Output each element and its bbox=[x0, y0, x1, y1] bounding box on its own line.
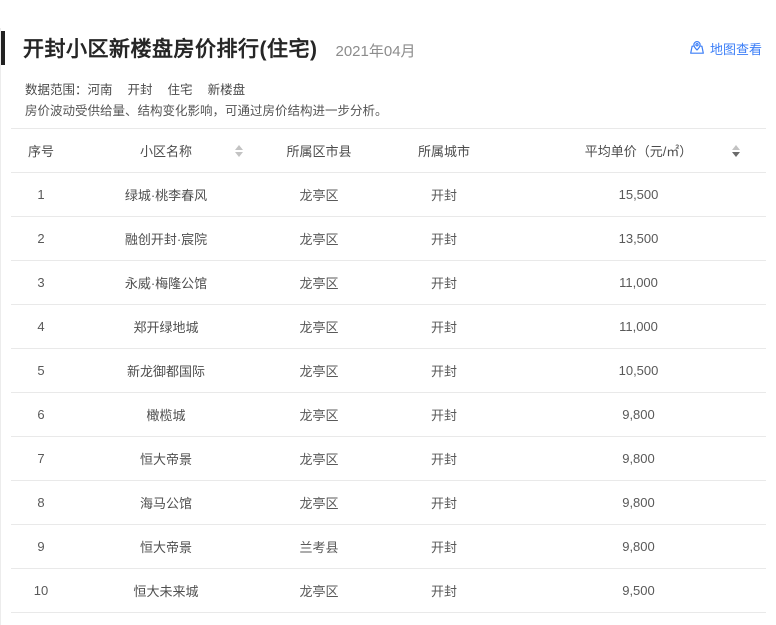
report-date: 2021年04月 bbox=[336, 40, 416, 61]
data-scope-line: 数据范围： 河南 开封 住宅 新楼盘 bbox=[25, 80, 776, 101]
district-cell: 龙亭区 bbox=[261, 493, 377, 512]
community-name[interactable]: 恒大帝景 bbox=[71, 449, 261, 468]
community-name[interactable]: 恒大未来城 bbox=[71, 581, 261, 600]
city-cell: 开封 bbox=[377, 581, 511, 600]
col-header-price-label: 平均单价（元/㎡） bbox=[585, 144, 693, 159]
price-cell: 11,000 bbox=[511, 319, 766, 334]
price-cell: 9,800 bbox=[511, 495, 766, 510]
table-row[interactable]: 3 永威·梅隆公馆 龙亭区 开封 11,000 bbox=[11, 261, 766, 305]
meta-section: 数据范围： 河南 开封 住宅 新楼盘 房价波动受供给量、结构变化影响，可通过房价… bbox=[25, 80, 776, 122]
map-view-label: 地图查看 bbox=[710, 39, 762, 58]
housing-price-ranking-page: 开封小区新楼盘房价排行(住宅) 2021年04月 地图查看 数据范围： 河南 开… bbox=[0, 28, 776, 625]
price-cell: 9,500 bbox=[511, 583, 766, 598]
rank-cell: 7 bbox=[11, 451, 71, 466]
community-name[interactable]: 恒大帝景 bbox=[71, 537, 261, 556]
city-cell: 开封 bbox=[377, 405, 511, 424]
district-cell: 龙亭区 bbox=[261, 449, 377, 468]
col-header-name[interactable]: 小区名称 bbox=[71, 141, 261, 160]
scope-tag-category[interactable]: 新楼盘 bbox=[208, 80, 246, 101]
rank-cell: 1 bbox=[11, 187, 71, 202]
col-header-name-label: 小区名称 bbox=[140, 144, 192, 159]
table-row[interactable]: 4 郑开绿地城 龙亭区 开封 11,000 bbox=[11, 305, 766, 349]
col-header-rank: 序号 bbox=[11, 141, 71, 160]
scope-tag-province[interactable]: 河南 bbox=[88, 80, 113, 101]
community-name[interactable]: 郑开绿地城 bbox=[71, 317, 261, 336]
district-cell: 龙亭区 bbox=[261, 405, 377, 424]
table-header-row: 序号 小区名称 所属区市县 所属城市 平均单价（元/㎡） bbox=[11, 129, 766, 173]
rank-cell: 9 bbox=[11, 539, 71, 554]
page-title: 开封小区新楼盘房价排行(住宅) bbox=[23, 33, 318, 63]
rank-cell: 6 bbox=[11, 407, 71, 422]
scope-tag-city[interactable]: 开封 bbox=[128, 80, 153, 101]
price-cell: 15,500 bbox=[511, 187, 766, 202]
district-cell: 兰考县 bbox=[261, 537, 377, 556]
sort-icon-name[interactable] bbox=[235, 145, 243, 157]
city-cell: 开封 bbox=[377, 537, 511, 556]
city-cell: 开封 bbox=[377, 317, 511, 336]
table-row[interactable]: 10 恒大未来城 龙亭区 开封 9,500 bbox=[11, 569, 766, 613]
rank-cell: 2 bbox=[11, 231, 71, 246]
table-row[interactable]: 6 橄榄城 龙亭区 开封 9,800 bbox=[11, 393, 766, 437]
rank-cell: 4 bbox=[11, 319, 71, 334]
city-cell: 开封 bbox=[377, 273, 511, 292]
description-line: 房价波动受供给量、结构变化影响，可通过房价结构进一步分析。 bbox=[25, 101, 776, 122]
city-cell: 开封 bbox=[377, 361, 511, 380]
rank-cell: 10 bbox=[11, 583, 71, 598]
district-cell: 龙亭区 bbox=[261, 581, 377, 600]
price-cell: 10,500 bbox=[511, 363, 766, 378]
price-cell: 9,800 bbox=[511, 451, 766, 466]
community-name[interactable]: 橄榄城 bbox=[71, 405, 261, 424]
district-cell: 龙亭区 bbox=[261, 361, 377, 380]
rank-cell: 8 bbox=[11, 495, 71, 510]
price-cell: 9,800 bbox=[511, 539, 766, 554]
scope-label: 数据范围： bbox=[25, 80, 88, 101]
table-row[interactable]: 5 新龙御都国际 龙亭区 开封 10,500 bbox=[11, 349, 766, 393]
price-cell: 9,800 bbox=[511, 407, 766, 422]
district-cell: 龙亭区 bbox=[261, 185, 377, 204]
table-row[interactable]: 1 绿城·桃李春风 龙亭区 开封 15,500 bbox=[11, 173, 766, 217]
map-view-link[interactable]: 地图查看 bbox=[689, 39, 762, 58]
ranking-table: 序号 小区名称 所属区市县 所属城市 平均单价（元/㎡） 1 绿城·桃李春风 龙… bbox=[11, 128, 766, 613]
table-row[interactable]: 9 恒大帝景 兰考县 开封 9,800 bbox=[11, 525, 766, 569]
table-row[interactable]: 8 海马公馆 龙亭区 开封 9,800 bbox=[11, 481, 766, 525]
community-name[interactable]: 融创开封·宸院 bbox=[71, 229, 261, 248]
map-pin-icon bbox=[689, 40, 705, 56]
price-cell: 11,000 bbox=[511, 275, 766, 290]
city-cell: 开封 bbox=[377, 493, 511, 512]
title-accent-bar bbox=[1, 31, 5, 65]
col-header-district: 所属区市县 bbox=[261, 141, 377, 160]
community-name[interactable]: 新龙御都国际 bbox=[71, 361, 261, 380]
col-header-price[interactable]: 平均单价（元/㎡） bbox=[511, 141, 766, 160]
district-cell: 龙亭区 bbox=[261, 229, 377, 248]
scope-tag-type[interactable]: 住宅 bbox=[168, 80, 193, 101]
district-cell: 龙亭区 bbox=[261, 317, 377, 336]
col-header-city: 所属城市 bbox=[377, 141, 511, 160]
price-cell: 13,500 bbox=[511, 231, 766, 246]
rank-cell: 5 bbox=[11, 363, 71, 378]
rank-cell: 3 bbox=[11, 275, 71, 290]
sort-icon-price[interactable] bbox=[732, 145, 740, 157]
community-name[interactable]: 永威·梅隆公馆 bbox=[71, 273, 261, 292]
page-header: 开封小区新楼盘房价排行(住宅) 2021年04月 地图查看 bbox=[1, 28, 762, 68]
community-name[interactable]: 海马公馆 bbox=[71, 493, 261, 512]
table-row[interactable]: 2 融创开封·宸院 龙亭区 开封 13,500 bbox=[11, 217, 766, 261]
city-cell: 开封 bbox=[377, 229, 511, 248]
table-row[interactable]: 7 恒大帝景 龙亭区 开封 9,800 bbox=[11, 437, 766, 481]
community-name[interactable]: 绿城·桃李春风 bbox=[71, 185, 261, 204]
city-cell: 开封 bbox=[377, 449, 511, 468]
city-cell: 开封 bbox=[377, 185, 511, 204]
district-cell: 龙亭区 bbox=[261, 273, 377, 292]
